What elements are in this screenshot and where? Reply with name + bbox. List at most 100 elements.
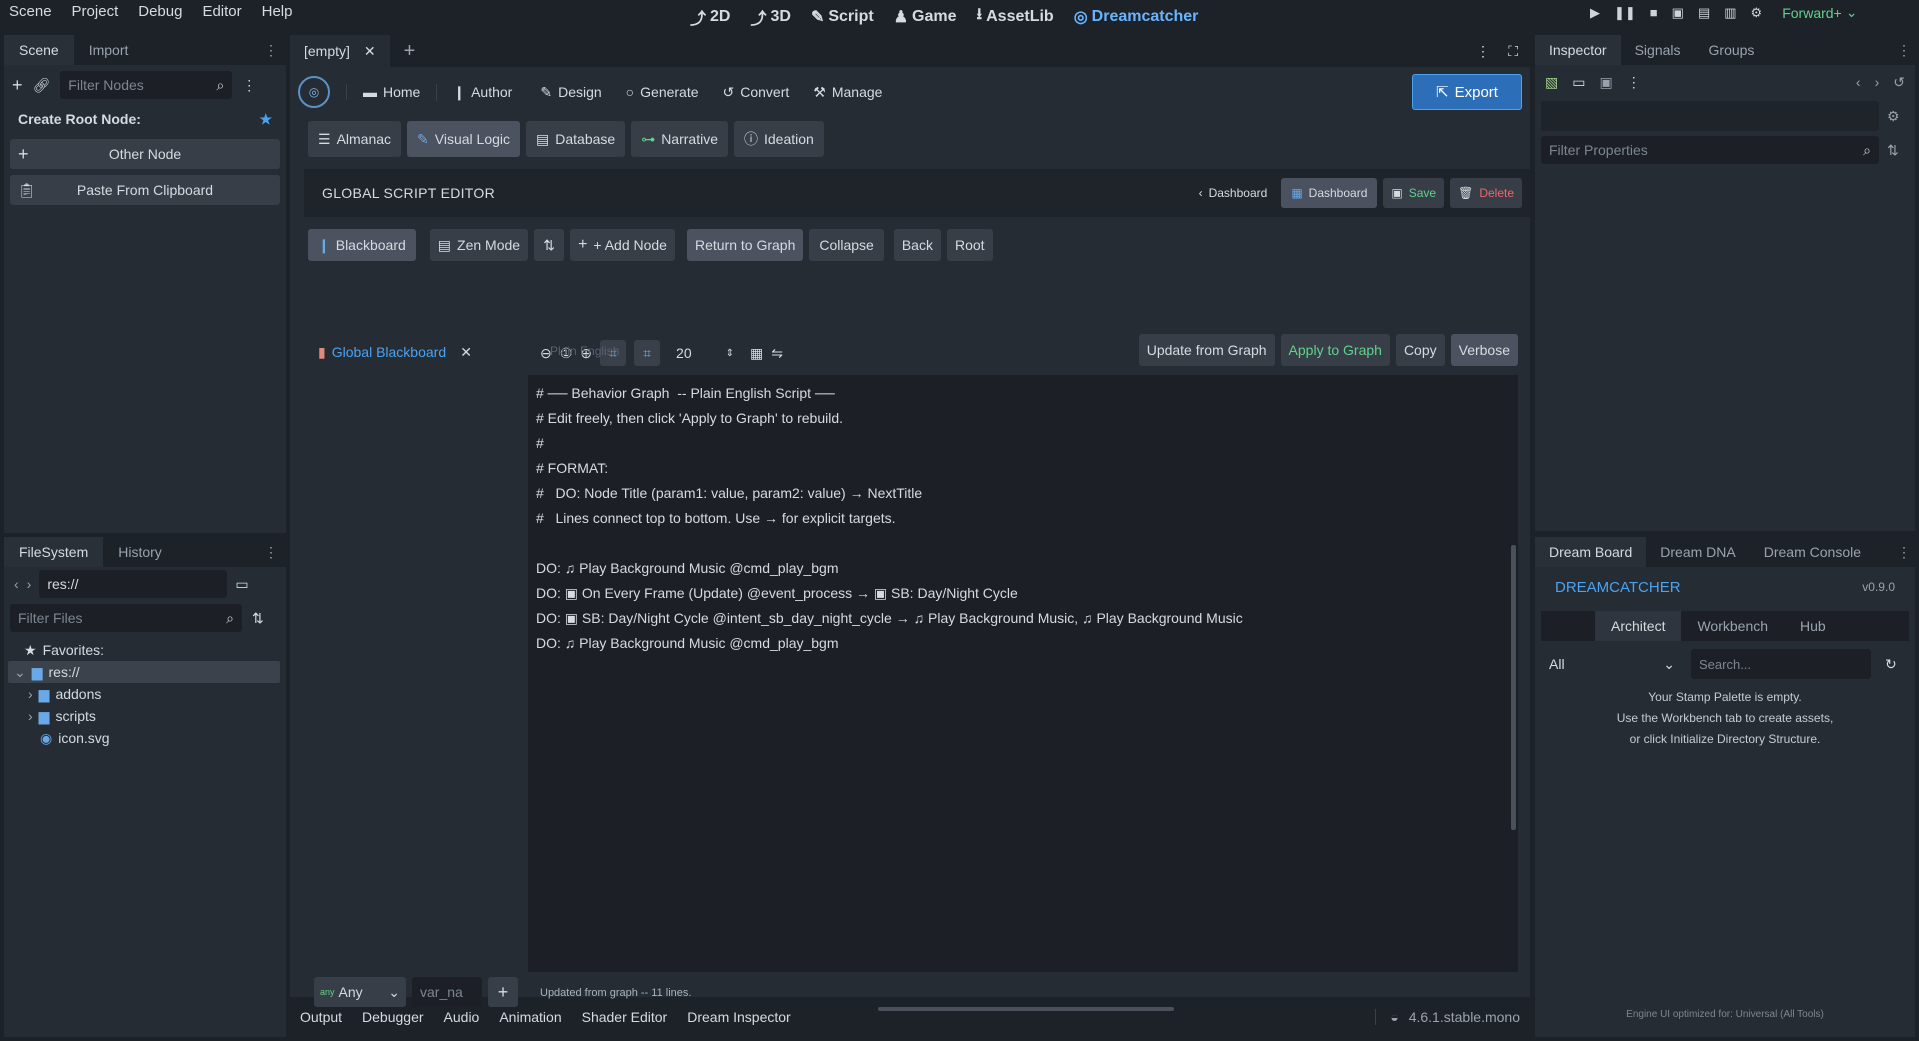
nav-generate[interactable]: ○ Generate <box>614 84 711 100</box>
menu-editor[interactable]: Editor <box>202 3 241 20</box>
subtab-hub[interactable]: Hub <box>1784 611 1842 641</box>
menu-help[interactable]: Help <box>262 3 293 20</box>
pause-icon[interactable]: ❚❚ <box>1614 5 1636 21</box>
tab-signals[interactable]: Signals <box>1621 35 1695 65</box>
subtab-architect[interactable]: Architect <box>1595 611 1682 641</box>
workspace-script[interactable]: ✎ Script <box>811 7 874 27</box>
tree-item-icon-svg[interactable]: ◉ icon.svg <box>4 727 286 749</box>
verbose-button[interactable]: Verbose <box>1450 334 1518 366</box>
add-node-button[interactable]: + + Add Node <box>570 229 675 261</box>
nav-author[interactable]: ❙ Author <box>436 83 528 101</box>
dream-filter-select[interactable]: All ⌄ <box>1541 649 1683 679</box>
zoom-out-icon[interactable]: ⊖ <box>540 345 552 362</box>
fullscreen-icon[interactable]: ⛶ <box>1508 43 1518 60</box>
tab-dream-console[interactable]: Dream Console <box>1750 537 1875 567</box>
blackboard-button[interactable]: ❙ Blackboard <box>308 229 416 261</box>
tab-shader-editor[interactable]: Shader Editor <box>582 1009 668 1025</box>
subnav-ideation[interactable]: ⓘ Ideation <box>733 121 824 157</box>
apply-to-graph-button[interactable]: Apply to Graph <box>1280 334 1390 366</box>
subnav-narrative[interactable]: ⊶ Narrative <box>631 121 728 157</box>
close-icon[interactable]: ✕ <box>364 43 376 60</box>
tabs-menu-icon[interactable]: ⋮ <box>1476 43 1490 60</box>
scene-tab-empty[interactable]: [empty] ✕ <box>290 35 390 67</box>
movie-maker-icon[interactable]: ⚙ <box>1751 5 1763 21</box>
object-path-field[interactable] <box>1541 101 1879 131</box>
play-icon[interactable]: ▶ <box>1590 5 1600 21</box>
menu-scene[interactable]: Scene <box>9 3 52 20</box>
back-icon[interactable]: ‹ <box>14 576 19 592</box>
subnav-almanac[interactable]: ☰ Almanac <box>308 121 402 157</box>
play-scene-icon[interactable]: ▤ <box>1698 5 1710 21</box>
close-icon[interactable]: ✕ <box>460 344 472 361</box>
collapse-button[interactable]: Collapse <box>809 229 884 261</box>
tab-dream-inspector[interactable]: Dream Inspector <box>687 1009 790 1025</box>
filter-properties-input[interactable]: Filter Properties ⌕ <box>1541 136 1879 164</box>
tab-output[interactable]: Output <box>300 1009 342 1025</box>
minimap-icon[interactable]: ▦ <box>750 345 763 362</box>
dock-menu-icon[interactable]: ⋮ <box>264 42 278 59</box>
subnav-visual-logic[interactable]: ✎ Visual Logic <box>407 121 521 157</box>
copy-button[interactable]: Copy <box>1395 334 1445 366</box>
tab-debugger[interactable]: Debugger <box>362 1009 424 1025</box>
tree-item-addons[interactable]: › ▆ addons <box>4 683 286 705</box>
zen-mode-button[interactable]: ▤ Zen Mode <box>429 229 529 261</box>
other-node-button[interactable]: + Other Node <box>10 139 280 169</box>
tab-animation[interactable]: Animation <box>499 1009 561 1025</box>
favorite-star-icon[interactable]: ★ <box>259 111 272 128</box>
tree-item-root[interactable]: ⌄ ▆ res:// <box>8 661 280 683</box>
menu-project[interactable]: Project <box>72 3 119 20</box>
add-node-icon[interactable]: + <box>12 75 23 96</box>
inspector-menu-icon[interactable]: ⋮ <box>1627 74 1641 91</box>
zoom-value-field[interactable]: 20 ⇕ <box>668 340 743 366</box>
split-view-icon[interactable]: ▭ <box>235 576 248 593</box>
paste-clipboard-button[interactable]: 📋︎ Paste From Clipboard <box>10 175 280 205</box>
script-editor[interactable]: # ── Behavior Graph -- Plain English Scr… <box>528 375 1518 972</box>
path-field[interactable]: res:// <box>39 570 228 598</box>
tree-item-scripts[interactable]: › ▆ scripts <box>4 705 286 727</box>
open-folder-icon[interactable]: ▭ <box>1572 74 1585 91</box>
menu-debug[interactable]: Debug <box>138 3 182 20</box>
stop-icon[interactable]: ■ <box>1650 5 1658 20</box>
dock-menu-icon[interactable]: ⋮ <box>264 544 278 561</box>
tab-filesystem[interactable]: FileSystem <box>4 537 104 567</box>
workspace-dreamcatcher[interactable]: ◎ Dreamcatcher <box>1074 7 1199 27</box>
root-button[interactable]: Root <box>946 229 993 261</box>
history-back-icon[interactable]: ‹ <box>1856 74 1861 90</box>
delete-button[interactable]: 🗑︎ Delete <box>1450 178 1522 208</box>
tab-import[interactable]: Import <box>74 35 144 65</box>
remote-debug-icon[interactable]: ▣ <box>1672 5 1684 21</box>
scene-menu-icon[interactable]: ⋮ <box>242 77 256 94</box>
sort-button[interactable]: ⇅ <box>534 229 565 261</box>
back-dashboard-button[interactable]: ‹ Dashboard <box>1191 178 1276 208</box>
tab-dream-board[interactable]: Dream Board <box>1535 537 1647 567</box>
return-to-graph-button[interactable]: Return to Graph <box>686 229 804 261</box>
subnav-database[interactable]: ▤ Database <box>526 121 626 157</box>
grid-toggle-icon[interactable]: ⌗ <box>634 340 661 366</box>
forward-icon[interactable]: › <box>27 576 32 592</box>
tab-audio[interactable]: Audio <box>444 1009 480 1025</box>
filter-settings-icon[interactable]: ⇅ <box>1887 142 1899 159</box>
nav-manage[interactable]: ⚒ Manage <box>801 84 894 101</box>
workspace-3d[interactable]: ⤴ 3D <box>750 5 790 29</box>
tab-dream-dna[interactable]: Dream DNA <box>1646 537 1749 567</box>
workspace-game[interactable]: ♟ Game <box>894 7 957 27</box>
renderer-select[interactable]: Forward+ ⌄ <box>1782 4 1857 21</box>
workspace-2d[interactable]: ⤴ 2D <box>690 5 730 29</box>
nav-design[interactable]: ✎ Design <box>528 84 613 101</box>
refresh-icon[interactable]: ↻ <box>1885 656 1897 673</box>
tab-history[interactable]: History <box>103 537 177 567</box>
update-from-graph-button[interactable]: Update from Graph <box>1138 334 1275 366</box>
filter-nodes-input[interactable]: Filter Nodes ⌕ <box>60 71 233 99</box>
history-forward-icon[interactable]: › <box>1875 74 1880 90</box>
save-icon[interactable]: ▣ <box>1599 74 1612 91</box>
favorites-item[interactable]: ★ Favorites: <box>4 639 286 661</box>
script-text[interactable]: # ── Behavior Graph -- Plain English Scr… <box>528 375 1518 662</box>
tab-inspector[interactable]: Inspector <box>1535 35 1621 65</box>
save-button[interactable]: ▣ Save <box>1383 178 1445 208</box>
spinner-icon[interactable]: ⇕ <box>726 348 734 359</box>
subtab-workbench[interactable]: Workbench <box>1681 611 1784 641</box>
history-icon[interactable]: ↺ <box>1893 74 1905 91</box>
vertical-scrollbar[interactable] <box>1511 545 1516 830</box>
filter-files-input[interactable]: Filter Files ⌕ <box>10 604 242 632</box>
link-icon[interactable]: 🔗︎ <box>33 77 51 94</box>
